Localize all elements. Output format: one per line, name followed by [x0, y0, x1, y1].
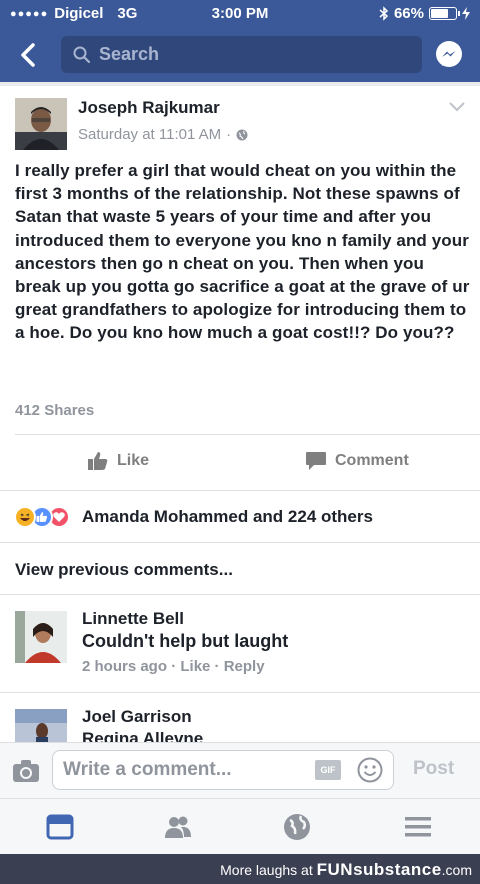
commenter-avatar[interactable]: [15, 709, 67, 742]
status-right: 66%: [379, 5, 470, 22]
comment-text: Couldn't help but laught: [82, 631, 289, 651]
comment-like-link[interactable]: Like: [180, 658, 210, 675]
post-button[interactable]: Post: [413, 758, 454, 780]
charging-icon: [462, 7, 470, 20]
commenter-name[interactable]: Joel Garrison: [82, 707, 192, 727]
meta-separator: ·: [171, 658, 177, 675]
friends-icon[interactable]: [163, 812, 193, 842]
globe-privacy-icon: [236, 129, 248, 140]
messenger-icon[interactable]: [434, 40, 464, 70]
haha-icon: [14, 506, 36, 528]
chevron-down-icon[interactable]: [448, 100, 466, 114]
comment-meta: 2 hours ago · Like · Reply: [82, 658, 265, 675]
divider: [15, 434, 480, 435]
comment-label: Comment: [335, 452, 409, 469]
news-feed-icon[interactable]: [45, 812, 75, 842]
commenter-name[interactable]: Linnette Bell: [82, 609, 184, 629]
sticker-smiley-icon[interactable]: [357, 757, 383, 783]
post-body: I really prefer a girl that would cheat …: [15, 161, 470, 343]
search-bar[interactable]: Search: [61, 36, 422, 73]
comment-time: 2 hours ago: [82, 658, 168, 675]
view-previous-label: View previous comments...: [15, 560, 233, 579]
meta-separator: ·: [214, 658, 220, 675]
share-count[interactable]: 412 Shares: [15, 402, 94, 419]
search-icon: [73, 46, 91, 63]
battery-percent: 66%: [393, 5, 424, 22]
comment-bubble-icon: [306, 452, 326, 470]
reaction-summary[interactable]: Amanda Mohammed and 224 others: [82, 507, 373, 527]
camera-icon[interactable]: [12, 759, 40, 783]
reaction-icons: [14, 506, 70, 528]
like-button[interactable]: Like: [87, 451, 149, 471]
like-label: Like: [117, 452, 150, 469]
post-author-name[interactable]: Joseph Rajkumar: [78, 98, 220, 118]
comment-text: Regina Allevne: [82, 729, 204, 742]
bluetooth-icon: [379, 6, 389, 21]
comment-item: Linnette Bell Couldn't help but laught 2…: [0, 594, 480, 692]
comment-item: Joel Garrison Regina Allevne: [0, 692, 480, 742]
back-arrow-icon[interactable]: [14, 40, 44, 70]
comment-composer: GIF Post: [0, 742, 480, 798]
meta-separator: ·: [226, 126, 232, 143]
comment-reply-link[interactable]: Reply: [224, 658, 265, 675]
watermark-brand: FUNsubstance: [316, 860, 442, 879]
comment-button[interactable]: Comment: [305, 451, 409, 471]
battery-icon: [429, 7, 460, 20]
reactions-bar[interactable]: Amanda Mohammed and 224 others: [0, 490, 480, 542]
post-timestamp[interactable]: Saturday at 11:01 AM: [78, 126, 221, 143]
watermark-banner: More laughs at FUNsubstance.com: [0, 854, 480, 884]
status-bar: ●●●●● Digicel 3G 3:00 PM 66%: [0, 0, 480, 28]
search-placeholder: Search: [99, 44, 160, 64]
comment-input[interactable]: [52, 750, 394, 790]
view-previous-comments[interactable]: View previous comments...: [0, 542, 480, 594]
watermark-text: More laughs at FUNsubstance.com: [220, 860, 472, 879]
globe-icon[interactable]: [282, 812, 312, 842]
top-nav: Search: [0, 28, 480, 82]
bottom-tab-bar: [0, 798, 480, 854]
thumbs-up-icon: [88, 452, 108, 470]
post-meta: Saturday at 11:01 AM ·: [78, 126, 248, 143]
commenter-avatar[interactable]: [15, 611, 67, 663]
author-avatar[interactable]: [15, 98, 67, 150]
menu-icon[interactable]: [403, 812, 433, 842]
post-card: Joseph Rajkumar Saturday at 11:01 AM · I…: [0, 86, 480, 490]
gif-button[interactable]: GIF: [315, 760, 341, 780]
